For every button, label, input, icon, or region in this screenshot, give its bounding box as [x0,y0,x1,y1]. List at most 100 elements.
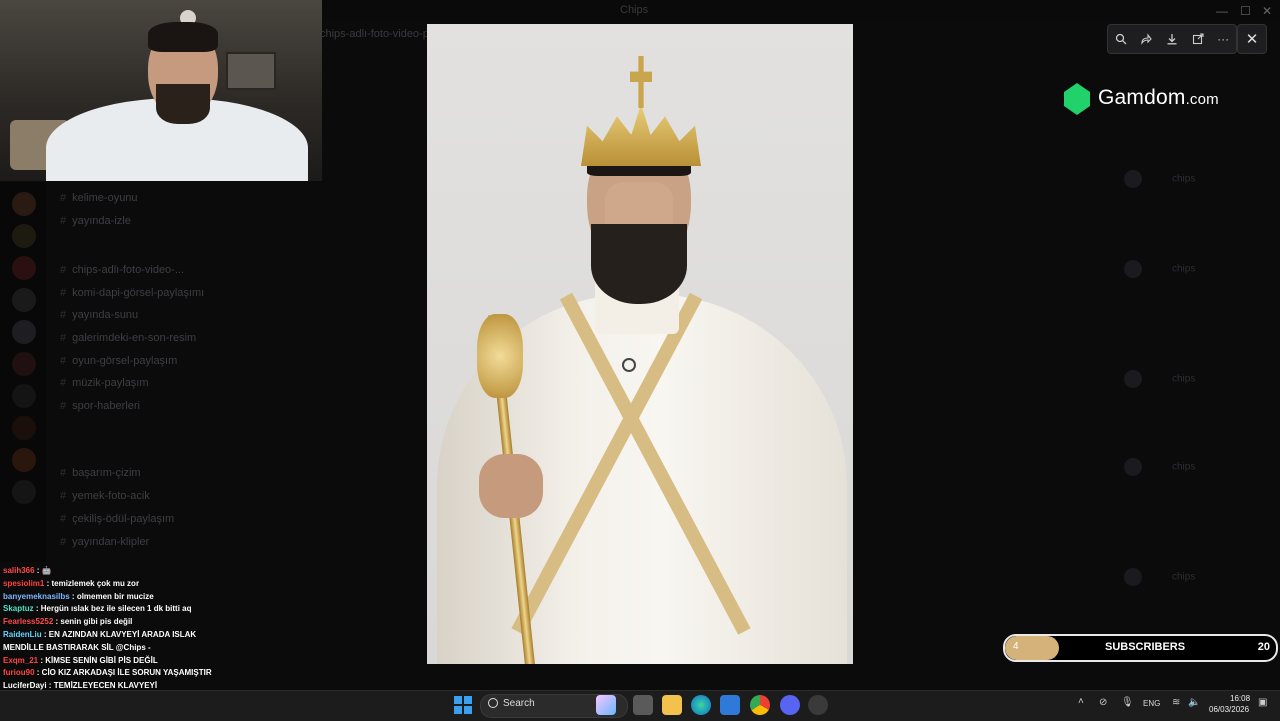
search-label: Search [503,698,535,709]
open-in-new-icon[interactable] [1188,29,1208,49]
chat-text: : 🤖 [34,566,52,575]
beard [591,224,687,304]
chat-message: MENDİLLE BASTIRARAK SİL @Chips - [3,643,151,652]
server-icon[interactable] [12,288,36,312]
member-item[interactable]: chips [1124,260,1195,278]
streamer-hair [148,22,218,52]
subscriber-goal: 20 [1257,641,1270,653]
volume-icon[interactable]: 🔈 [1188,697,1200,709]
streamer-beard [156,84,210,124]
close-viewer-button[interactable]: ✕ [1237,24,1267,54]
store-icon[interactable] [720,695,740,715]
server-icon[interactable] [12,224,36,248]
sponsor-suffix: .com [1185,91,1219,108]
network-off-icon[interactable]: ⊘ [1099,697,1111,709]
server-icon[interactable] [12,192,36,216]
maximize-icon[interactable]: ☐ [1240,4,1251,18]
hand [479,454,543,518]
minimize-icon[interactable]: — [1216,4,1228,18]
obs-icon[interactable] [808,695,828,715]
server-list [0,182,46,562]
chat-message: salih366 : 🤖 [3,566,52,575]
channel-item[interactable]: # çekiliş-ödül-paylaşım [60,513,174,525]
chat-username: salih366 [3,566,35,575]
chat-message: Skaptuz : Hergün ıslak bez ile silecen 1… [3,604,192,613]
server-icon[interactable] [12,320,36,344]
language-indicator[interactable]: ENG [1143,699,1160,708]
chat-text: : KİMSE SENİN GİBİ PİS DEĞİL [38,655,158,665]
chat-message: banyemeknasilbs : olmemen bir mucize [3,592,154,601]
channel-item[interactable]: # yayında-izle [60,215,131,227]
member-item[interactable]: chips [1124,170,1195,188]
copilot-icon[interactable] [596,695,616,715]
sponsor-name: Gamdom.com [1098,86,1219,110]
channel-item[interactable]: # galerimdeki-en-son-resim [60,332,196,344]
chat-text: : temizlemek çok mu zor [44,578,140,588]
channel-item[interactable]: # spor-haberleri [60,400,140,412]
channel-item[interactable]: # komi-dapi-görsel-paylaşımı [60,287,204,299]
channel-item[interactable]: # yayından-klipler [60,536,149,548]
zoom-cursor-icon [622,358,636,372]
chat-username: Exqm_21 [3,655,39,665]
clock-time[interactable]: 16:08 [1230,694,1250,703]
server-icon[interactable] [12,256,36,280]
channel-item[interactable]: # müzik-paylaşım [60,377,149,389]
server-icon[interactable] [12,352,36,376]
channel-item[interactable]: # başarım-çizim [60,467,141,479]
chat-username: banyemeknasilbs [3,591,70,601]
crown [581,104,701,166]
window-title: Chips [620,4,649,16]
chevron-up-icon[interactable]: ˄ [1078,696,1084,707]
edge-icon[interactable] [691,695,711,715]
member-item[interactable]: chips [1124,568,1195,586]
channel-item[interactable]: # oyun-görsel-paylaşım [60,355,177,367]
close-window-icon[interactable]: ✕ [1262,4,1272,18]
wifi-icon[interactable]: ≋ [1172,697,1184,709]
zoom-in-icon[interactable] [1111,29,1131,49]
chat-message: LuciferDayi : TEMİZLEYECEN KLAVYEYİ [3,681,157,690]
webcam-overlay [0,0,322,181]
channel-item[interactable]: # yemek-foto-acik [60,490,150,502]
channel-item[interactable]: # kelime-oyunu [60,192,138,204]
channel-item[interactable]: # yayında-sunu [60,309,138,321]
chat-text: : Hergün ıslak bez ile silecen 1 dk bitt… [33,604,192,614]
share-icon[interactable] [1136,29,1156,49]
notification-icon[interactable]: ▣ [1258,697,1270,709]
chat-message: spesiolim1 : temizlemek çok mu zor [3,579,139,588]
picture-frame [226,52,276,90]
chat-username: Skaptuz [3,604,34,614]
file-explorer-icon[interactable] [662,695,682,715]
chat-text: : CİO KIZ ARKADAŞI İLE SORUN YAŞAMIŞTIR [34,668,212,678]
member-item[interactable]: chips [1124,370,1195,388]
task-view-icon[interactable] [633,695,653,715]
download-icon[interactable] [1162,29,1182,49]
clock-date[interactable]: 06/03/2026 [1209,705,1249,714]
search-icon [488,698,498,708]
chat-username: LuciferDayi [3,681,47,691]
server-icon[interactable] [12,416,36,440]
scepter-head [477,314,523,398]
chat-message: Fearless5252 : senin gibi pis değil [3,617,132,626]
channel-item[interactable]: # chips-adlı-foto-video-... [60,264,184,276]
server-icon[interactable] [12,384,36,408]
chat-text: : EN AZINDAN KLAVYEYİ ARADA ISLAK [41,630,197,639]
chrome-icon[interactable] [750,695,770,715]
chat-message: Exqm_21 : KİMSE SENİN GİBİ PİS DEĞİL [3,656,158,665]
chat-text: : TEMİZLEYECEN KLAVYEYİ [46,681,158,691]
crown-cross [630,56,652,108]
discord-icon[interactable] [780,695,800,715]
server-icon[interactable] [12,480,36,504]
member-item[interactable]: chips [1124,458,1195,476]
subscriber-goal-bar: 4 SUBSCRIBERS 20 [1003,634,1278,662]
more-options-icon[interactable]: ··· [1213,29,1233,49]
microphone-icon[interactable]: 🎙 [1121,697,1134,709]
chat-username: spesiolim1 [3,578,45,588]
chat-username: furiou90 [3,668,35,678]
chat-message: RaidenLiu : EN AZINDAN KLAVYEYİ ARADA IS… [3,630,196,639]
windows-start-icon[interactable] [454,696,472,714]
server-icon[interactable] [12,448,36,472]
member-list: chips chips chips chips chips [1110,60,1280,620]
chat-text: : olmemen bir mucize [69,591,154,601]
subscriber-count: 4 [1013,641,1019,652]
viewer-image[interactable] [427,24,853,664]
